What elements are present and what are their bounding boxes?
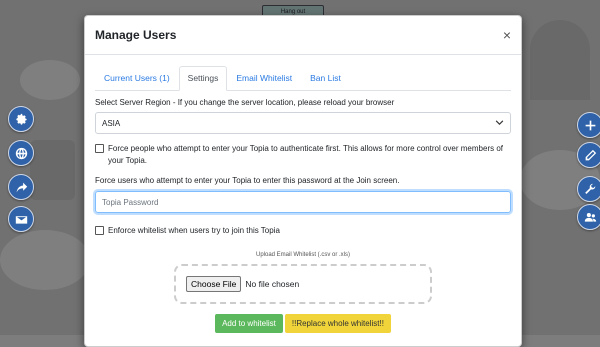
force-auth-label: Force people who attempt to enter your T…	[108, 144, 504, 165]
modal-title: Manage Users	[95, 28, 177, 42]
password-placeholder: Topia Password	[102, 197, 159, 207]
chevron-down-icon	[495, 120, 504, 125]
tab-bar: Current Users (1) Settings Email Whiteli…	[95, 66, 511, 91]
file-status: No file chosen	[245, 279, 300, 289]
force-auth-row: Force people who attempt to enter your T…	[95, 143, 511, 167]
force-auth-checkbox[interactable]	[95, 144, 104, 153]
modal-body: Current Users (1) Settings Email Whiteli…	[85, 55, 521, 333]
tab-current-users[interactable]: Current Users (1)	[95, 66, 179, 91]
region-selected-value: ASIA	[102, 118, 121, 128]
globe-icon[interactable]	[8, 140, 34, 166]
upload-dropzone[interactable]: Choose File No file chosen	[174, 264, 432, 304]
enforce-whitelist-checkbox[interactable]	[95, 226, 104, 235]
password-label: Force users who attempt to enter your To…	[95, 176, 400, 185]
users-icon[interactable]	[577, 204, 600, 230]
plus-icon[interactable]	[577, 112, 600, 138]
close-icon[interactable]: ×	[503, 28, 511, 42]
enforce-whitelist-label: Enforce whitelist when users try to join…	[108, 226, 280, 235]
modal-header: Manage Users ×	[85, 16, 521, 55]
replace-whitelist-button[interactable]: !!Replace whole whitelist!!	[284, 314, 391, 333]
upload-title: Upload Email Whitelist (.csv or .xls)	[255, 252, 351, 258]
enforce-whitelist-row: Enforce whitelist when users try to join…	[95, 225, 511, 237]
share-icon[interactable]	[8, 174, 34, 200]
gear-icon[interactable]	[8, 106, 34, 132]
region-label: Select Server Region - If you change the…	[95, 98, 395, 107]
choose-file-button[interactable]: Choose File	[186, 276, 242, 292]
action-buttons: Add to whitelist !!Replace whole whiteli…	[95, 314, 511, 333]
add-to-whitelist-button[interactable]: Add to whitelist	[215, 314, 283, 333]
wrench-icon[interactable]	[577, 176, 600, 202]
tab-email-whitelist[interactable]: Email Whitelist	[227, 66, 301, 91]
server-region-select[interactable]: ASIA	[95, 112, 511, 134]
manage-users-modal: Manage Users × Current Users (1) Setting…	[84, 15, 522, 347]
pencil-icon[interactable]	[577, 142, 600, 168]
tab-ban-list[interactable]: Ban List	[301, 66, 350, 91]
topia-password-input[interactable]: Topia Password	[95, 191, 511, 213]
envelope-icon[interactable]	[8, 206, 34, 232]
tab-settings[interactable]: Settings	[178, 66, 228, 91]
